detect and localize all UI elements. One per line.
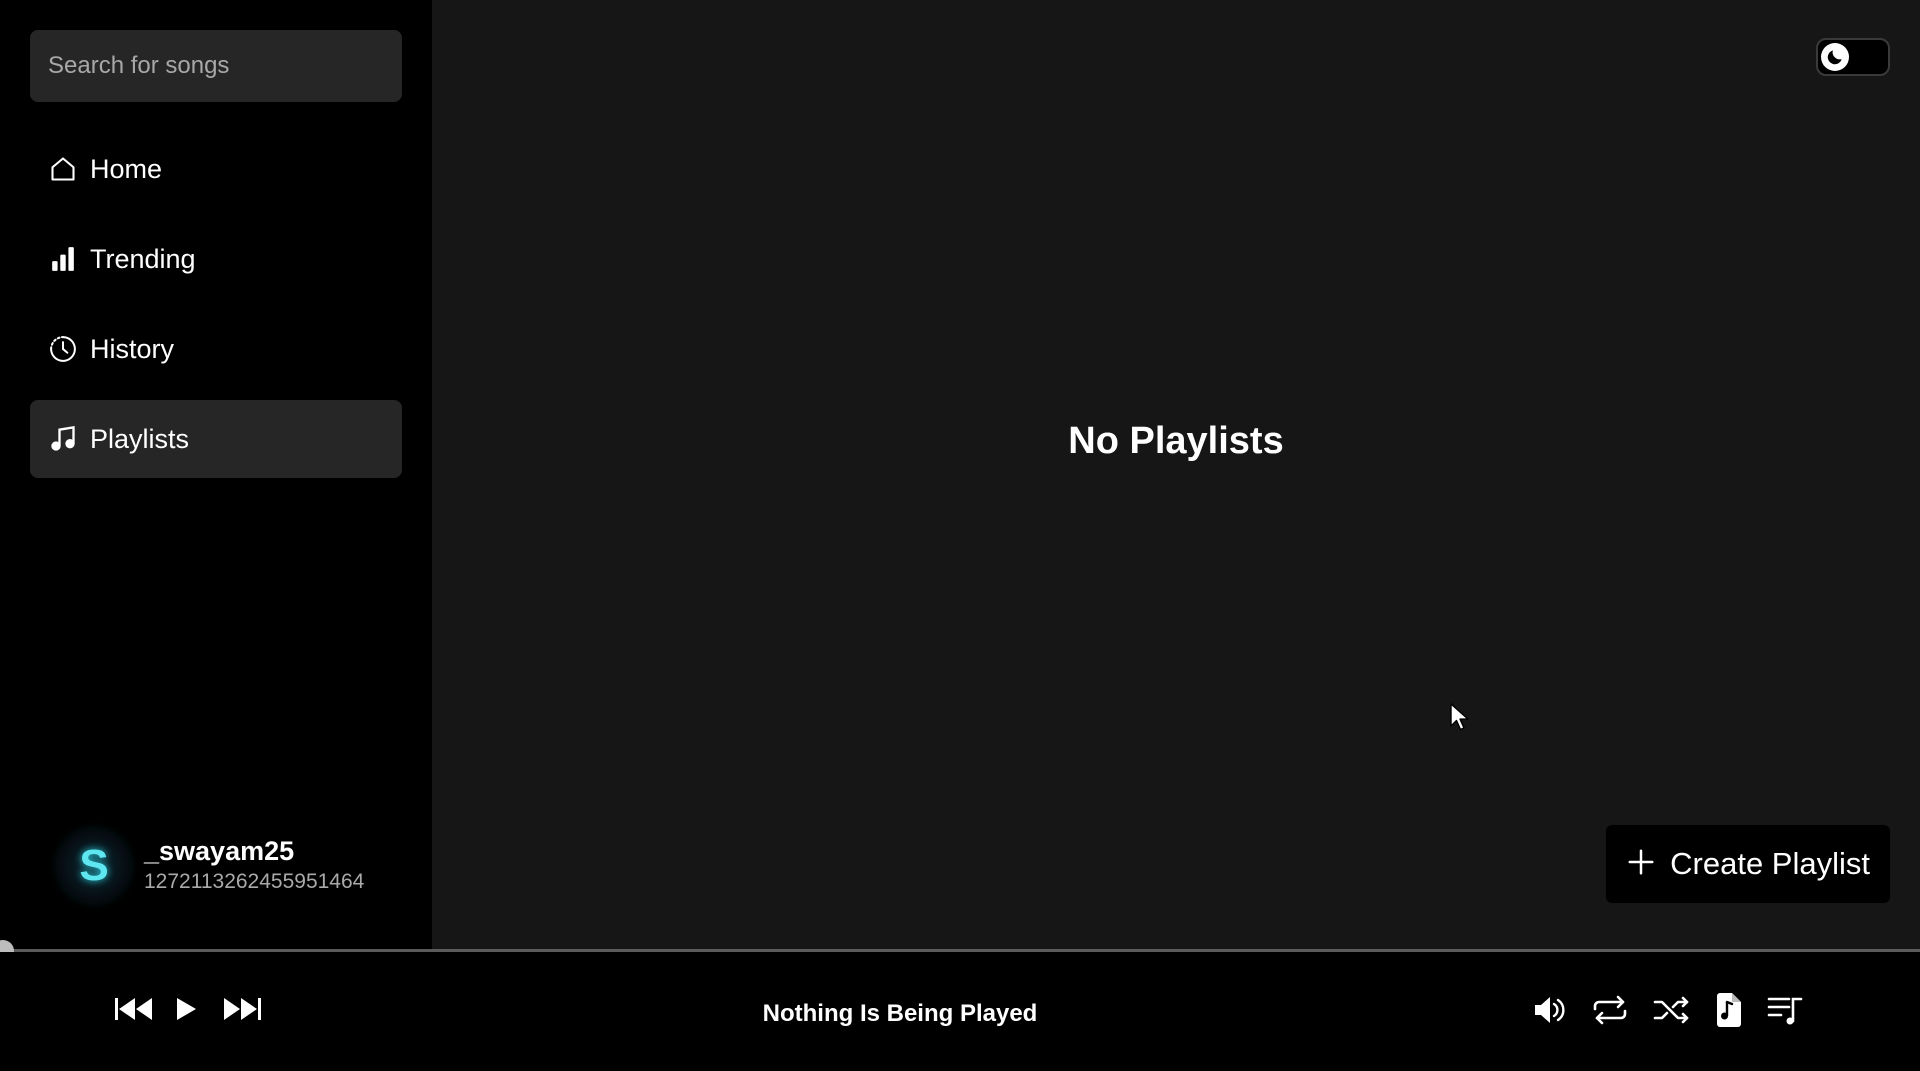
- volume-button[interactable]: [1533, 995, 1567, 1025]
- player-bar: Nothing Is Being Played: [0, 952, 1920, 1071]
- music-note-icon: [48, 424, 78, 454]
- queue-icon: [1767, 997, 1803, 1025]
- moon-icon: [1821, 43, 1849, 71]
- search-box[interactable]: [30, 30, 402, 102]
- sidebar-item-label: Home: [90, 153, 163, 184]
- sidebar-nav: Home Trending History Playlists: [30, 130, 402, 490]
- repeat-icon: [1593, 995, 1627, 1025]
- mouse-cursor-icon: [1450, 703, 1470, 738]
- username: _swayam25: [144, 836, 295, 866]
- search-input[interactable]: [48, 52, 384, 80]
- queue-button[interactable]: [1767, 994, 1805, 1026]
- sidebar-item-label: Playlists: [90, 423, 190, 454]
- user-info: _swayam25 1272113262455951464: [144, 835, 364, 897]
- sidebar-item-trending[interactable]: Trending: [30, 220, 402, 298]
- sidebar-item-label: History: [90, 333, 175, 364]
- music-file-icon: [1717, 993, 1741, 1027]
- avatar: S: [58, 830, 130, 902]
- user-profile[interactable]: S _swayam25 1272113262455951464: [58, 830, 364, 902]
- create-playlist-label: Create Playlist: [1670, 846, 1870, 881]
- shuffle-icon: [1653, 996, 1689, 1024]
- volume-icon: [1535, 997, 1565, 1023]
- theme-toggle[interactable]: [1816, 38, 1890, 76]
- player-options: [1509, 992, 1805, 1028]
- plus-icon: [1626, 847, 1656, 882]
- sidebar-item-home[interactable]: Home: [30, 130, 402, 208]
- sidebar: Home Trending History Playlists S _swaya…: [0, 0, 432, 950]
- home-icon: [48, 154, 78, 184]
- clock-icon: [48, 334, 78, 364]
- repeat-button[interactable]: [1591, 995, 1629, 1025]
- bar-chart-icon: [48, 244, 78, 274]
- lyrics-button[interactable]: [1715, 992, 1743, 1028]
- empty-state-title: No Playlists: [1068, 420, 1284, 462]
- shuffle-button[interactable]: [1653, 995, 1691, 1025]
- sidebar-item-playlists[interactable]: Playlists: [30, 400, 402, 478]
- main-content: No Playlists Create Playlist: [432, 0, 1920, 950]
- sidebar-item-label: Trending: [90, 243, 196, 274]
- user-id: 1272113262455951464: [144, 870, 365, 893]
- create-playlist-button[interactable]: Create Playlist: [1606, 825, 1890, 903]
- sidebar-item-history[interactable]: History: [30, 310, 402, 388]
